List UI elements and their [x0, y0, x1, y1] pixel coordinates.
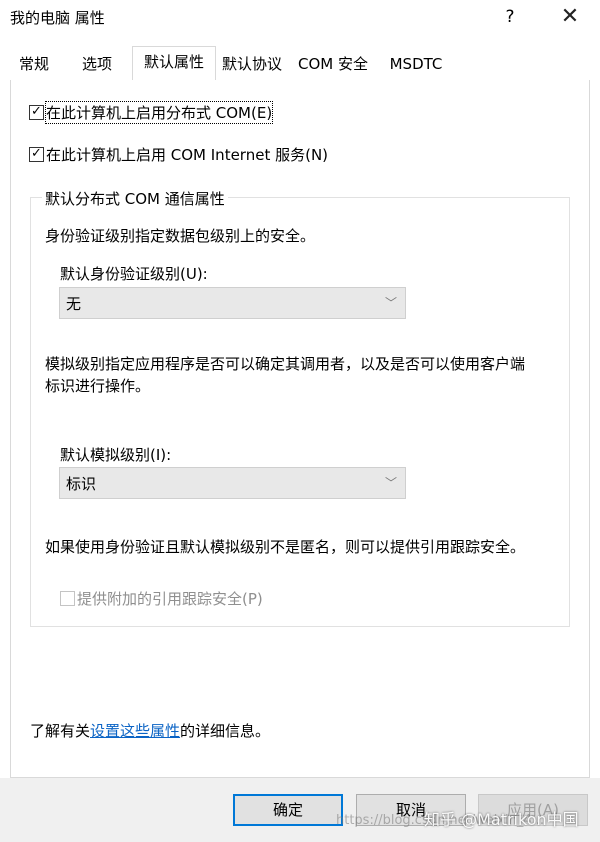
impersonation-level-value: 标识	[66, 475, 97, 493]
tab-msdtc[interactable]: MSDTC	[382, 50, 450, 79]
check-mark-icon: ✓	[31, 104, 42, 119]
tab-options[interactable]: 选项	[70, 50, 124, 79]
checkbox-box[interactable]: ✓	[29, 104, 44, 120]
chevron-down-icon: ﹀	[384, 476, 397, 490]
tab-default-protocols[interactable]: 默认协议	[216, 50, 288, 79]
auth-level-value: 无	[66, 295, 82, 313]
impersonation-level-dropdown[interactable]: 标识 ﹀	[59, 467, 406, 499]
checkbox-box[interactable]	[60, 591, 75, 606]
zhihu-watermark: 知乎 @Matrikon中国	[424, 810, 579, 829]
chevron-down-icon: ﹀	[384, 296, 397, 310]
tab-default-properties[interactable]: 默认属性	[132, 46, 216, 81]
window-title: 我的电脑 属性	[10, 9, 105, 27]
tab-general[interactable]: 常规	[10, 50, 58, 79]
reference-tracking-label: 提供附加的引用跟踪安全(P)	[77, 590, 263, 608]
impersonation-description-line1: 模拟级别指定应用程序是否可以确定其调用者，以及是否可以使用客户端	[45, 355, 526, 373]
dcom-communication-groupbox	[30, 197, 570, 627]
check-mark-icon: ✓	[31, 146, 42, 161]
impersonation-description-line2: 标识进行操作。	[45, 377, 151, 395]
groupbox-title: 默认分布式 COM 通信属性	[42, 188, 228, 209]
tab-com-security[interactable]: COM 安全	[292, 50, 374, 79]
settings-help-link[interactable]: 设置这些属性	[90, 722, 180, 740]
help-button[interactable]: ?	[492, 2, 528, 32]
tab-strip: 常规 选项 默认属性 默认协议 COM 安全 MSDTC	[10, 46, 590, 81]
ok-button[interactable]: 确定	[233, 794, 343, 826]
info-prefix: 了解有关	[30, 722, 91, 740]
impersonation-level-label: 默认模拟级别(I):	[60, 446, 172, 464]
info-text: 了解有关设置这些属性的详细信息。	[30, 720, 270, 741]
close-button[interactable]: ✕	[552, 2, 588, 32]
auth-level-description: 身份验证级别指定数据包级别上的安全。	[45, 227, 316, 245]
enable-dcom-label: 在此计算机上启用分布式 COM(E)	[44, 101, 274, 124]
checkbox-box[interactable]: ✓	[29, 146, 44, 162]
auth-level-dropdown[interactable]: 无 ﹀	[59, 287, 406, 319]
enable-com-internet-label: 在此计算机上启用 COM Internet 服务(N)	[46, 146, 329, 164]
info-suffix: 的详细信息。	[180, 722, 271, 740]
reference-tracking-description: 如果使用身份验证且默认模拟级别不是匿名，则可以提供引用跟踪安全。	[45, 538, 526, 556]
title-bar: 我的电脑 属性 ? ✕	[0, 0, 600, 36]
auth-level-label: 默认身份验证级别(U):	[60, 265, 208, 283]
